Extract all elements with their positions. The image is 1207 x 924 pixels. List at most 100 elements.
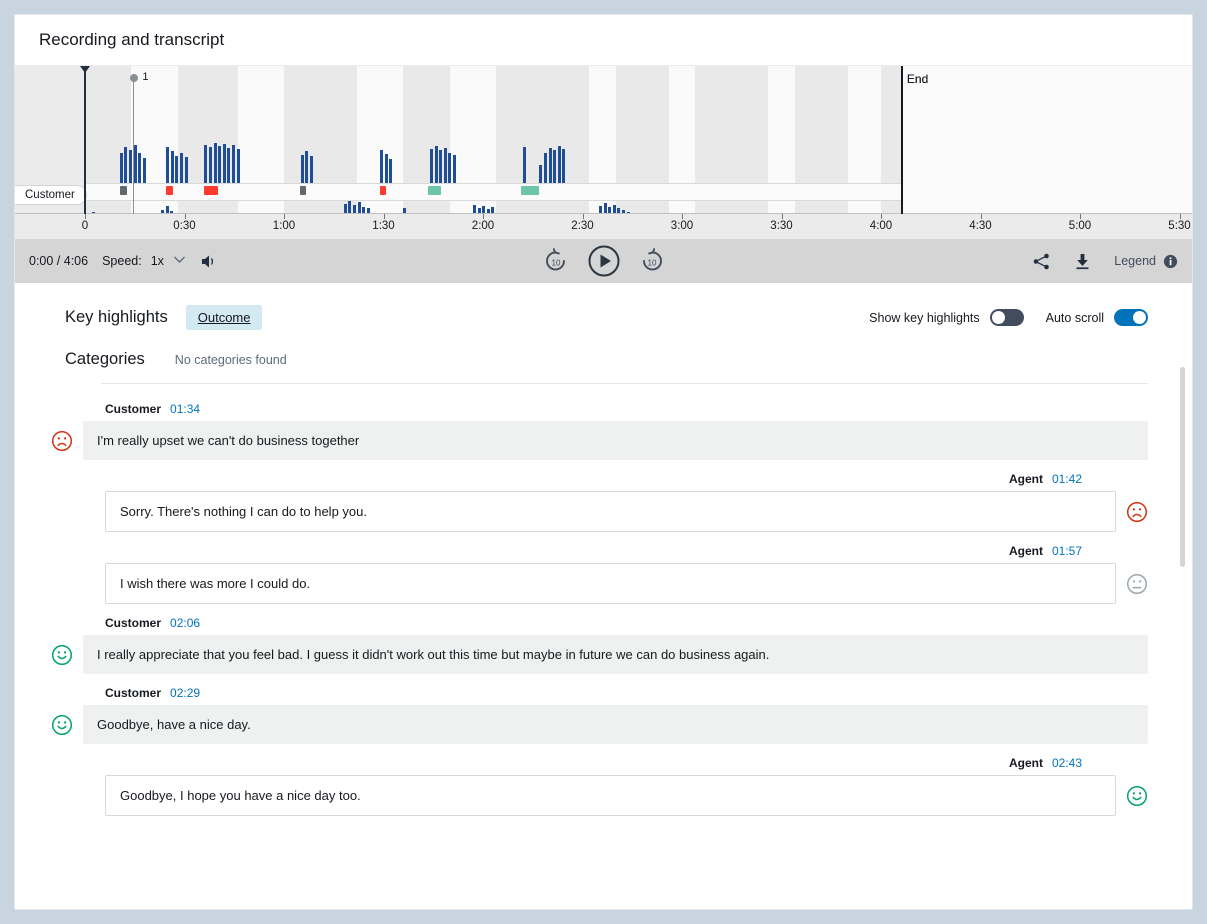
waveform-bar — [142, 158, 146, 183]
time-display: 0:00 / 4:06 — [29, 254, 89, 268]
share-icon[interactable] — [1032, 252, 1051, 271]
message-bubble[interactable]: I wish there was more I could do. — [105, 563, 1116, 604]
customer-sentiment-block[interactable] — [379, 186, 386, 195]
axis-tick — [682, 214, 683, 219]
waveform-bar — [184, 157, 188, 183]
sentiment-positive-icon — [51, 714, 73, 736]
play-button[interactable] — [587, 244, 621, 278]
transcript-message[interactable]: Customer 02:06 I really appreciate that y… — [51, 604, 1148, 674]
message-bubble[interactable]: Sorry. There's nothing I can do to help … — [105, 491, 1116, 532]
recording-transcript-card: Recording and transcript Customer Agent 1 E… — [14, 14, 1193, 910]
axis-tick-label: 2:00 — [471, 220, 495, 232]
customer-sentiment-block[interactable] — [119, 186, 127, 195]
axis-tick-label: 0:30 — [173, 220, 196, 232]
waveform-bar — [553, 150, 557, 183]
waveform-bar — [434, 146, 438, 183]
key-highlights-row: Key highlights Outcome Show key highligh… — [51, 283, 1148, 338]
sentiment-negative-icon — [51, 430, 73, 452]
axis-tick-label: 5:00 — [1068, 220, 1092, 232]
waveform-bar — [305, 151, 309, 183]
transcript-message[interactable]: Customer 01:34 I'm really upset we can't … — [51, 390, 1148, 460]
waveform-bar — [448, 153, 452, 183]
toggle-group: Show key highlights Auto scroll — [869, 309, 1148, 326]
message-speaker: Agent — [1008, 756, 1043, 770]
waveform-bar — [443, 148, 447, 183]
transcript-scrollbar[interactable] — [1178, 283, 1186, 909]
transcript-panel: Key highlights Outcome Show key highligh… — [15, 283, 1192, 909]
speed-label: Speed: — [102, 254, 142, 268]
axis-tick-label: 3:00 — [670, 220, 694, 232]
message-meta: Agent 02:43 — [51, 744, 1082, 775]
outcome-chip[interactable]: Outcome — [185, 305, 263, 330]
message-speaker: Agent — [1008, 472, 1043, 486]
customer-sentiment-block[interactable] — [299, 186, 306, 195]
message-bubble[interactable]: Goodbye, I hope you have a nice day too. — [105, 775, 1116, 816]
playhead[interactable] — [80, 66, 90, 214]
playback-right-group: Legend — [1032, 252, 1178, 271]
playback-controls: 0:00 / 4:06 Speed: 1x 10 10 Legend — [15, 239, 1192, 283]
axis-tick-label: 5:30 — [1168, 220, 1191, 232]
transcript-message[interactable]: Agent 02:43 Goodbye, I hope you have a nic… — [51, 744, 1148, 816]
axis-tick-label: 2:30 — [571, 220, 594, 232]
message-timestamp[interactable]: 01:42 — [1052, 472, 1082, 486]
transcript-message[interactable]: Customer 02:29 Goodbye, have a nice day. — [51, 674, 1148, 744]
forward-10-icon[interactable]: 10 — [639, 248, 665, 274]
download-icon[interactable] — [1073, 252, 1092, 271]
chevron-down-icon[interactable] — [173, 255, 186, 267]
info-icon[interactable] — [1163, 254, 1178, 269]
message-timestamp[interactable]: 01:57 — [1052, 544, 1082, 558]
waveform-bar — [439, 150, 443, 183]
message-timestamp[interactable]: 01:34 — [170, 402, 200, 416]
waveform-bar — [119, 153, 123, 183]
waveform-bar — [213, 143, 217, 183]
waveform-bar — [180, 153, 184, 183]
customer-sentiment-block[interactable] — [203, 186, 218, 195]
axis-tick — [980, 214, 982, 219]
end-label: End — [906, 72, 929, 86]
post-end-region — [902, 66, 1192, 214]
message-timestamp[interactable]: 02:06 — [170, 616, 200, 630]
message-bubble[interactable]: I really appreciate that you feel bad. I… — [83, 635, 1148, 674]
legend-button[interactable]: Legend — [1114, 254, 1178, 269]
axis-tick — [582, 214, 584, 219]
axis-tick-label: 0 — [81, 220, 89, 232]
customer-sentiment-block[interactable] — [428, 186, 441, 195]
lane-label-customer: Customer — [15, 185, 87, 205]
message-bubble[interactable]: Goodbye, have a nice day. — [83, 705, 1148, 744]
volume-icon[interactable] — [200, 253, 219, 270]
axis-tick — [1080, 214, 1081, 219]
toggle-knob — [991, 311, 1005, 324]
speed-selector[interactable]: Speed: 1x — [102, 254, 186, 268]
message-speaker: Customer — [105, 686, 162, 700]
waveform-bar — [129, 150, 133, 183]
message-timestamp[interactable]: 02:29 — [170, 686, 200, 700]
scrollbar-thumb[interactable] — [1180, 367, 1185, 567]
waveform-bar — [300, 155, 304, 183]
customer-sentiment-block[interactable] — [521, 186, 540, 195]
transcript-message[interactable]: Agent 01:42 Sorry. There's nothing I can d… — [51, 460, 1148, 532]
message-meta: Agent 01:42 — [51, 460, 1082, 491]
customer-sentiment-block[interactable] — [166, 186, 174, 195]
waveform-bar — [452, 155, 456, 183]
message-bubble[interactable]: I'm really upset we can't do business to… — [83, 421, 1148, 460]
sentiment-positive-icon — [1126, 785, 1148, 807]
marker-dot[interactable] — [129, 74, 138, 82]
waveform-region[interactable]: CustomerAgent1EndEnd 00:301:001:302:002:… — [15, 65, 1192, 239]
auto-scroll-toggle[interactable] — [1114, 309, 1148, 326]
message-body: Sorry. There's nothing I can do to help … — [51, 491, 1148, 532]
message-meta: Customer 01:34 — [105, 390, 1148, 421]
transcript-message-list: Customer 01:34 I'm really upset we can't … — [51, 384, 1148, 816]
svg-text:10: 10 — [647, 259, 656, 268]
waveform-bar — [522, 147, 526, 183]
waveform-bar — [548, 148, 552, 183]
waveform-bar — [562, 149, 566, 183]
transcript-message[interactable]: Agent 01:57 I wish there was more I could … — [51, 532, 1148, 604]
message-timestamp[interactable]: 02:43 — [1052, 756, 1082, 770]
message-body: I wish there was more I could do. — [51, 563, 1148, 604]
message-meta: Agent 01:57 — [51, 532, 1082, 563]
rewind-10-icon[interactable]: 10 — [543, 248, 569, 274]
show-key-highlights-toggle[interactable] — [989, 309, 1024, 326]
key-highlights-title: Key highlights — [65, 308, 168, 326]
message-speaker: Customer — [105, 616, 162, 630]
axis-tick — [85, 214, 86, 219]
